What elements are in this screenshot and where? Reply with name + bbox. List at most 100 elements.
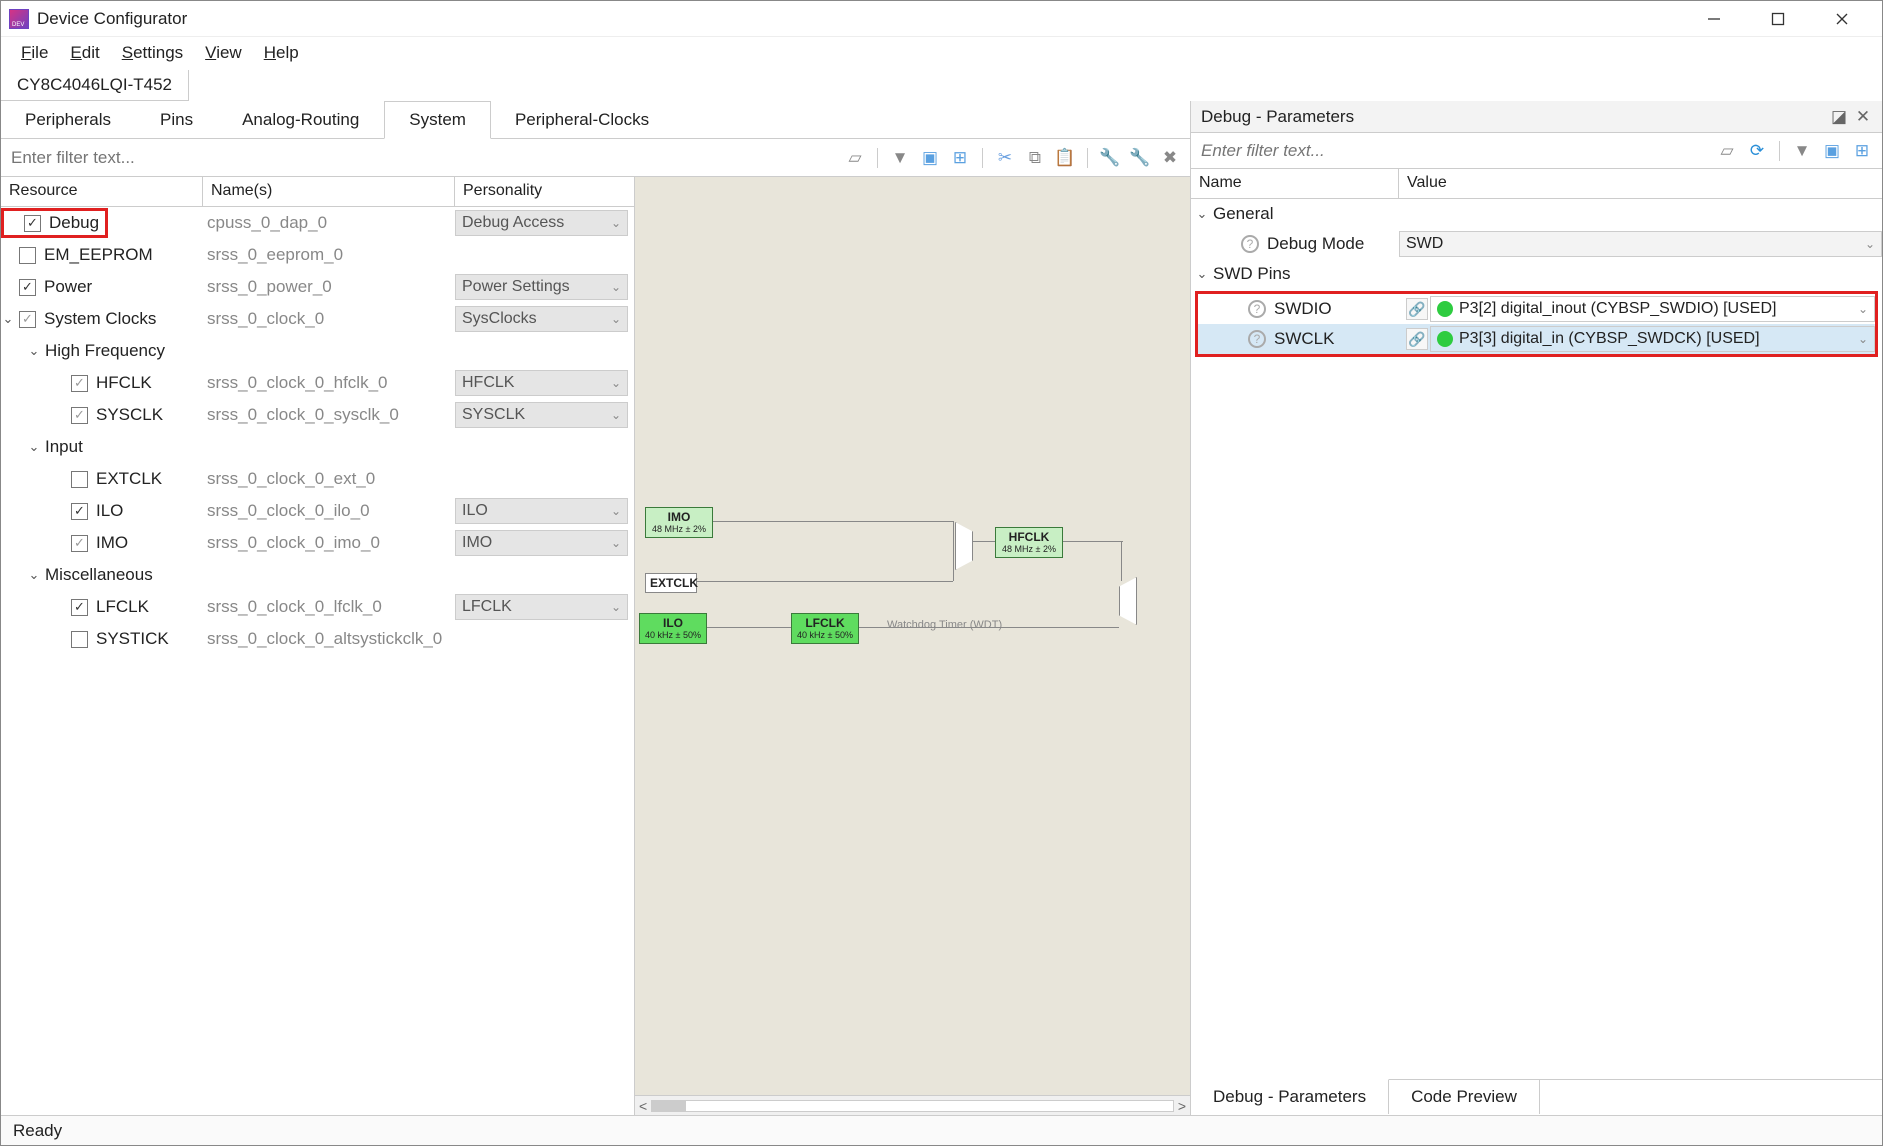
node-imo[interactable]: IMO 48 MHz ± 2% — [645, 507, 713, 538]
expand-icon[interactable]: ⊞ — [1850, 139, 1874, 163]
wrench-minus-icon[interactable]: 🔧 — [1128, 146, 1152, 170]
personality-select[interactable]: ILO⌄ — [455, 498, 628, 524]
tab-system[interactable]: System — [384, 101, 491, 139]
chevron-down-icon[interactable]: ⌄ — [27, 439, 41, 455]
rtab-debug-parameters[interactable]: Debug - Parameters — [1191, 1079, 1389, 1114]
tree-row[interactable]: ⌄Miscellaneous — [1, 559, 634, 591]
personality-select[interactable]: IMO⌄ — [455, 530, 628, 556]
th-resource[interactable]: Resource — [1, 177, 203, 206]
eraser-icon[interactable]: ▱ — [843, 146, 867, 170]
scroll-right-icon[interactable]: > — [1178, 1098, 1186, 1114]
tree-row[interactable]: SYSCLKsrss_0_clock_0_sysclk_0SYSCLK⌄ — [1, 399, 634, 431]
rtab-code-preview[interactable]: Code Preview — [1389, 1080, 1540, 1114]
node-hfclk[interactable]: HFCLK 48 MHz ± 2% — [995, 527, 1063, 558]
node-lfclk[interactable]: LFCLK 40 kHz ± 50% — [791, 613, 859, 644]
scroll-left-icon[interactable]: < — [639, 1098, 647, 1114]
wrench-x-icon[interactable]: ✖ — [1158, 146, 1182, 170]
menu-edit[interactable]: Edit — [60, 39, 109, 67]
chevron-down-icon[interactable]: ⌄ — [1, 311, 15, 327]
wrench-icon[interactable]: 🔧 — [1098, 146, 1122, 170]
tree-row[interactable]: Powersrss_0_power_0Power Settings⌄ — [1, 271, 634, 303]
menu-file[interactable]: File — [11, 39, 58, 67]
help-icon[interactable]: ? — [1248, 300, 1266, 318]
tree-row[interactable]: EM_EEPROMsrss_0_eeprom_0 — [1, 239, 634, 271]
param-group-swd-pins[interactable]: ⌄SWD Pins — [1191, 259, 1882, 289]
tree-row[interactable]: SYSTICKsrss_0_clock_0_altsystickclk_0 — [1, 623, 634, 655]
checkbox[interactable] — [71, 535, 88, 552]
close-button[interactable] — [1822, 5, 1862, 33]
checkbox[interactable] — [71, 631, 88, 648]
paste-icon[interactable]: 📋 — [1053, 146, 1077, 170]
param-swclk: ?SWCLK 🔗 P3[3] digital_in (CYBSP_SWDCK) … — [1198, 324, 1875, 354]
swclk-select[interactable]: P3[3] digital_in (CYBSP_SWDCK) [USED]⌄ — [1430, 326, 1875, 352]
personality-select[interactable]: SysClocks⌄ — [455, 306, 628, 332]
checkbox[interactable] — [24, 215, 41, 232]
menu-settings[interactable]: Settings — [112, 39, 193, 67]
swdio-select[interactable]: P3[2] digital_inout (CYBSP_SWDIO) [USED]… — [1430, 296, 1875, 322]
tab-peripheral-clocks[interactable]: Peripheral-Clocks — [491, 102, 674, 138]
link-icon[interactable]: 🔗 — [1406, 328, 1428, 350]
tree-row[interactable]: HFCLKsrss_0_clock_0_hfclk_0HFCLK⌄ — [1, 367, 634, 399]
help-icon[interactable]: ? — [1241, 235, 1259, 253]
tree-row[interactable]: EXTCLKsrss_0_clock_0_ext_0 — [1, 463, 634, 495]
right-panel-header: Debug - Parameters ◪ ✕ — [1191, 101, 1882, 133]
th-personality[interactable]: Personality — [455, 177, 634, 206]
tree-row[interactable]: LFCLKsrss_0_clock_0_lfclk_0LFCLK⌄ — [1, 591, 634, 623]
diagram-canvas[interactable]: IMO 48 MHz ± 2% EXTCLK ILO 40 kHz ± 50% … — [635, 177, 1190, 1095]
tree-row[interactable]: ⌄System Clockssrss_0_clock_0SysClocks⌄ — [1, 303, 634, 335]
tree-row[interactable]: Debugcpuss_0_dap_0Debug Access⌄ — [1, 207, 634, 239]
node-ilo[interactable]: ILO 40 kHz ± 50% — [639, 613, 707, 644]
personality-select[interactable]: HFCLK⌄ — [455, 370, 628, 396]
chevron-down-icon[interactable]: ⌄ — [27, 567, 41, 583]
tree-row[interactable]: ⌄Input — [1, 431, 634, 463]
device-tab[interactable]: CY8C4046LQI-T452 — [1, 70, 189, 101]
th-name[interactable]: Name(s) — [203, 177, 455, 206]
tree-row[interactable]: ILOsrss_0_clock_0_ilo_0ILO⌄ — [1, 495, 634, 527]
collapse-icon[interactable]: ▣ — [1820, 139, 1844, 163]
checkbox[interactable] — [71, 407, 88, 424]
eraser-icon[interactable]: ▱ — [1715, 139, 1739, 163]
filter-icon[interactable]: ▼ — [1790, 139, 1814, 163]
left-filter-input[interactable] — [1, 142, 843, 174]
collapse-icon[interactable]: ▣ — [918, 146, 942, 170]
maximize-button[interactable] — [1758, 5, 1798, 33]
chevron-down-icon[interactable]: ⌄ — [27, 343, 41, 359]
help-icon[interactable]: ? — [1248, 330, 1266, 348]
checkbox[interactable] — [71, 375, 88, 392]
menu-help[interactable]: Help — [254, 39, 309, 67]
undock-icon[interactable]: ◪ — [1830, 108, 1848, 126]
copy-icon[interactable]: ⧉ — [1023, 146, 1047, 170]
personality-select[interactable]: LFCLK⌄ — [455, 594, 628, 620]
tree-row[interactable]: IMOsrss_0_clock_0_imo_0IMO⌄ — [1, 527, 634, 559]
checkbox[interactable] — [71, 471, 88, 488]
checkbox[interactable] — [71, 599, 88, 616]
checkbox[interactable] — [19, 247, 36, 264]
menu-view[interactable]: View — [195, 39, 252, 67]
expand-icon[interactable]: ⊞ — [948, 146, 972, 170]
personality-select[interactable]: Debug Access⌄ — [455, 210, 628, 236]
diagram-scrollbar[interactable]: < > — [635, 1095, 1190, 1115]
resource-tree[interactable]: Debugcpuss_0_dap_0Debug Access⌄ EM_EEPRO… — [1, 207, 634, 655]
checkbox[interactable] — [71, 503, 88, 520]
param-group-general[interactable]: ⌄General — [1191, 199, 1882, 229]
checkbox[interactable] — [19, 311, 36, 328]
filter-icon[interactable]: ▼ — [888, 146, 912, 170]
personality-select[interactable]: Power Settings⌄ — [455, 274, 628, 300]
node-extclk[interactable]: EXTCLK — [645, 573, 697, 593]
right-filter-input[interactable] — [1191, 135, 1715, 167]
ph-value[interactable]: Value — [1399, 169, 1882, 198]
ph-name[interactable]: Name — [1191, 169, 1399, 198]
refresh-icon[interactable]: ⟳ — [1745, 139, 1769, 163]
tree-row[interactable]: ⌄High Frequency — [1, 335, 634, 367]
minimize-button[interactable] — [1694, 5, 1734, 33]
tab-peripherals[interactable]: Peripherals — [1, 102, 136, 138]
checkbox[interactable] — [19, 279, 36, 296]
close-panel-icon[interactable]: ✕ — [1854, 108, 1872, 126]
tab-pins[interactable]: Pins — [136, 102, 218, 138]
mux-1 — [955, 522, 973, 570]
link-icon[interactable]: 🔗 — [1406, 298, 1428, 320]
debug-mode-select[interactable]: SWD⌄ — [1399, 231, 1882, 257]
tab-analog-routing[interactable]: Analog-Routing — [218, 102, 384, 138]
personality-select[interactable]: SYSCLK⌄ — [455, 402, 628, 428]
cut-icon[interactable]: ✂ — [993, 146, 1017, 170]
